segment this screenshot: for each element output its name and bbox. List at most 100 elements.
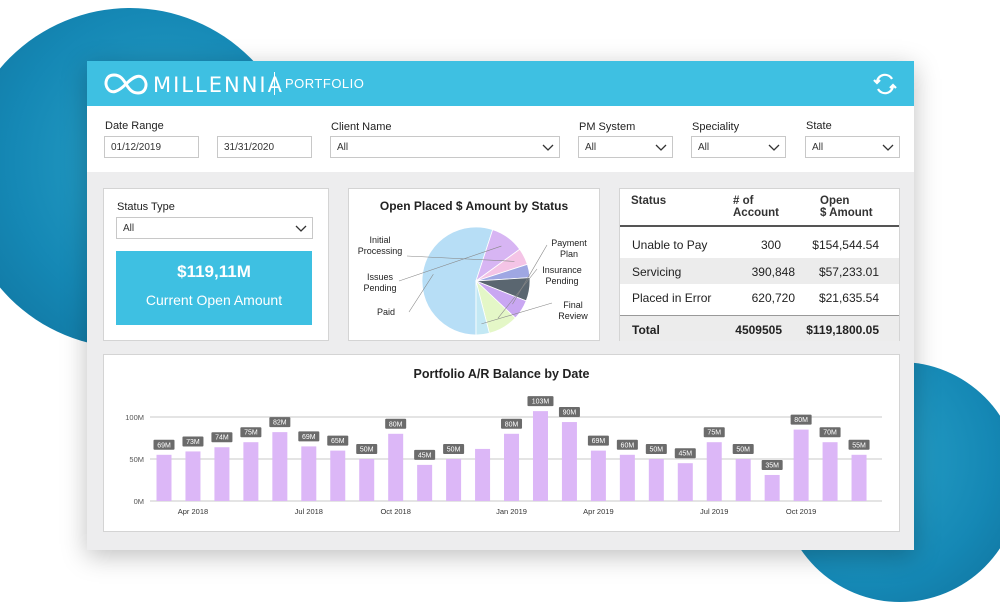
data-label: 45M xyxy=(418,452,432,459)
chart-bar[interactable] xyxy=(475,448,491,501)
data-label: 45M xyxy=(678,451,692,458)
header-status: Status xyxy=(631,195,667,207)
filter-bar: Date Range 01/12/2019 31/31/2020 Client … xyxy=(87,106,914,172)
chart-bar[interactable] xyxy=(648,459,664,501)
chart-bar[interactable] xyxy=(764,474,780,501)
row-status: Servicing xyxy=(632,265,682,279)
pie-slice-label: Final Review xyxy=(558,300,588,321)
pie-slice-label: Paid xyxy=(377,307,395,317)
chart-bar[interactable] xyxy=(590,450,606,501)
total-amount: $119,1800.05 xyxy=(806,323,879,337)
speciality-select[interactable]: All xyxy=(691,136,786,158)
chart-bar[interactable] xyxy=(504,433,520,501)
data-label: 90M xyxy=(563,410,577,417)
y-tick-label: 100M xyxy=(125,413,144,422)
data-label: 103M xyxy=(532,399,550,406)
chart-bar[interactable] xyxy=(706,442,722,501)
speciality-label: Speciality xyxy=(692,121,740,133)
chart-bar[interactable] xyxy=(301,446,317,501)
chart-bar[interactable] xyxy=(330,450,346,501)
data-label: 80M xyxy=(505,421,519,428)
data-label: 50M xyxy=(650,447,664,454)
data-label: 69M xyxy=(302,434,316,441)
dashboard-window: MILLENNIA PORTFOLIO Date Range 01/12/201… xyxy=(87,61,914,550)
data-label: 70M xyxy=(823,430,837,437)
table-total-row: Total 4509505 $119,1800.05 xyxy=(620,315,899,341)
chevron-down-icon xyxy=(768,144,780,151)
header-accounts-1: # of xyxy=(733,195,754,207)
speciality-value: All xyxy=(698,142,710,153)
data-label: 50M xyxy=(736,447,750,454)
chart-bar[interactable] xyxy=(417,464,433,501)
kpi-label: Current Open Amount xyxy=(145,292,283,308)
row-status: Placed in Error xyxy=(632,291,712,305)
table-header: Status # of Account Open $ Amount xyxy=(620,189,899,227)
table-row: Unable to Pay 300 $154,544.54 xyxy=(620,231,899,257)
client-name-value: All xyxy=(337,142,349,153)
total-accounts: 4509505 xyxy=(735,323,782,337)
chart-bar[interactable] xyxy=(243,442,259,501)
x-tick-label: Oct 2018 xyxy=(380,507,410,516)
bar-chart: 0M 50M 100M 69M 73M 74M 75M 82M 69M 65M 50M 80M 45M 5… xyxy=(125,396,882,516)
chart-bar[interactable] xyxy=(446,459,462,501)
chevron-down-icon xyxy=(542,144,554,151)
chart-bar[interactable] xyxy=(851,454,867,501)
chart-bar[interactable] xyxy=(359,459,375,501)
state-value: All xyxy=(812,142,824,153)
app-header: MILLENNIA PORTFOLIO xyxy=(87,61,914,106)
date-to-value: 31/31/2020 xyxy=(224,142,275,153)
client-name-label: Client Name xyxy=(331,121,392,133)
brand-name: MILLENNIA xyxy=(153,73,284,97)
chart-bar[interactable] xyxy=(272,432,288,501)
chart-bar[interactable] xyxy=(735,459,751,501)
chevron-down-icon xyxy=(882,144,894,151)
data-label: 80M xyxy=(794,417,808,424)
x-tick-label: Apr 2018 xyxy=(178,507,208,516)
header-accounts-2: Account xyxy=(733,207,779,219)
chart-bar[interactable] xyxy=(156,454,172,501)
pie-panel: Open Placed $ Amount by Status Paid Issue… xyxy=(348,188,600,341)
infinity-logo-icon xyxy=(104,73,148,95)
client-name-select[interactable]: All xyxy=(330,136,560,158)
chart-bar[interactable] xyxy=(185,451,201,501)
pie-slice-label: Initial Processing xyxy=(358,235,403,256)
chevron-down-icon xyxy=(655,144,667,151)
pie-chart: Paid Issues Pending Initial Processing Paymen… xyxy=(358,226,588,336)
data-label: 55M xyxy=(852,442,866,449)
date-from-input[interactable]: 01/12/2019 xyxy=(104,136,199,158)
data-label: 69M xyxy=(592,438,606,445)
refresh-icon[interactable] xyxy=(871,70,899,98)
x-tick-label: Jul 2018 xyxy=(295,507,323,516)
row-amount: $154,544.54 xyxy=(812,238,879,252)
data-label: 73M xyxy=(186,439,200,446)
chart-bar[interactable] xyxy=(822,442,838,501)
row-amount: $21,635.54 xyxy=(818,291,879,305)
total-label: Total xyxy=(632,323,660,337)
chart-bar[interactable] xyxy=(677,463,693,501)
chart-bar[interactable] xyxy=(388,433,404,501)
chart-bar[interactable] xyxy=(619,454,635,501)
status-type-value: All xyxy=(123,223,135,234)
data-label: 35M xyxy=(765,462,779,469)
chart-bar[interactable] xyxy=(532,411,548,501)
chart-bar[interactable] xyxy=(214,447,230,501)
kpi-value: $119,11M xyxy=(177,262,251,281)
date-to-input[interactable]: 31/31/2020 xyxy=(217,136,312,158)
y-tick-label: 50M xyxy=(129,455,144,464)
state-select[interactable]: All xyxy=(805,136,900,158)
pm-system-select[interactable]: All xyxy=(578,136,673,158)
data-label: 75M xyxy=(707,430,721,437)
data-label: 69M xyxy=(157,442,171,449)
status-table: Status # of Account Open $ Amount Unable… xyxy=(619,188,900,341)
data-label: 60M xyxy=(621,442,635,449)
chart-bar[interactable] xyxy=(793,429,809,501)
data-label: 80M xyxy=(389,421,403,428)
x-tick-label: Apr 2019 xyxy=(583,507,613,516)
chevron-down-icon xyxy=(295,225,307,232)
status-type-select[interactable]: All xyxy=(116,217,313,239)
pie-slice-label: Payment Plan xyxy=(551,238,587,259)
pie-slice-label: Issues Pending xyxy=(363,272,396,293)
data-label: 82M xyxy=(273,420,287,427)
pm-system-value: All xyxy=(585,142,597,153)
chart-bar[interactable] xyxy=(561,422,577,501)
